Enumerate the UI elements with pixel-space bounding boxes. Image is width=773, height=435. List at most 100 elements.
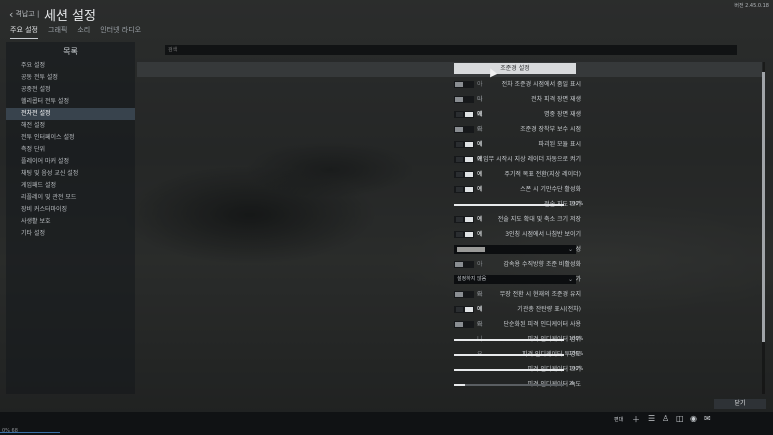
dropdown-value: 설정하지 않음 xyxy=(457,276,487,282)
sidebar-item[interactable]: 사생활 보호 xyxy=(6,216,135,228)
version-label: 버전 2.45.0.18 xyxy=(734,3,769,9)
settings-row: 임무 시작시 지상 레이더 자동으로 켜기 예 xyxy=(137,152,763,167)
sidebar-item[interactable]: 헬리콥터 전투 설정 xyxy=(6,96,135,108)
toggle-value: 예 xyxy=(477,111,483,118)
slider[interactable] xyxy=(454,354,564,356)
toggle-knob xyxy=(465,172,473,177)
settings-row: 명중 장면 재생 예 xyxy=(137,107,763,122)
dropdown-select[interactable]: 설정하지 않음 ⌄ xyxy=(454,275,576,284)
sidebar-item[interactable]: 측정 단위 xyxy=(6,144,135,156)
settings-row: 열상조준경 색구성⌄ xyxy=(137,242,763,257)
toggle-knob xyxy=(465,112,473,117)
chat-icon[interactable]: ◫ xyxy=(676,414,684,423)
settings-row: 기관총 잔탄량 표시(전차) 예 xyxy=(137,302,763,317)
toggle-knob xyxy=(455,322,463,327)
setting-label: 전술 지도 확대 및 축소 크기 저장 xyxy=(497,216,581,223)
settings-row: 단순화된 피격 인디케이터 사용아니요 xyxy=(137,317,763,358)
slider[interactable] xyxy=(454,204,564,206)
slider-fill xyxy=(454,204,564,206)
setting-label: 조준경 장착부 보수 시점 xyxy=(520,126,581,133)
sidebar-item[interactable]: 해전 설정 xyxy=(6,120,135,132)
slider[interactable] xyxy=(454,339,564,341)
toggle-switch[interactable] xyxy=(454,306,474,313)
toggle-switch[interactable] xyxy=(454,261,474,268)
sidebar-item[interactable]: 게임패드 설정 xyxy=(6,180,135,192)
toggle-value: 예 xyxy=(477,141,483,148)
toggle-value: 예 xyxy=(477,306,483,313)
tab-graphics[interactable]: 그래픽 xyxy=(48,25,67,39)
setting-label: 스폰 시 기만수단 활성화 xyxy=(520,186,581,193)
sidebar-item[interactable]: 전투 인터페이스 설정 xyxy=(6,132,135,144)
search-input[interactable]: 검색 xyxy=(165,45,737,55)
settings-row: 전차 조준경 시점에서 줌일 표시 아니요 xyxy=(137,77,763,118)
settings-row: 전차 피격 장면 재생 아니요 xyxy=(137,92,763,133)
toggle-switch[interactable] xyxy=(454,111,474,118)
tab-internet-radio[interactable]: 인터넷 라디오 xyxy=(100,25,141,39)
settings-row: 감속용 수직방향 조준 비활성화아니요 xyxy=(137,257,763,298)
slider-value: 100% xyxy=(569,351,584,357)
gamepad-icon[interactable]: ◉ xyxy=(690,414,697,423)
toggle-switch[interactable] xyxy=(454,291,474,298)
sidebar-title: 목록 xyxy=(63,47,78,56)
settings-row: 3인칭 시점에서 나침반 보이기 예 xyxy=(137,227,763,242)
toggle-switch[interactable] xyxy=(454,186,474,193)
close-button[interactable]: 닫기 xyxy=(714,399,766,409)
sidebar-item[interactable]: 주요 설정 xyxy=(6,60,135,72)
toggle-knob xyxy=(455,82,463,87)
toggle-value: 예 xyxy=(477,186,483,193)
back-button[interactable]: ‹ 격납고 | xyxy=(9,9,40,20)
toggle-switch[interactable] xyxy=(454,141,474,148)
slider[interactable] xyxy=(454,384,564,386)
dropdown-select[interactable]: ⌄ xyxy=(454,245,576,254)
toggle-switch[interactable] xyxy=(454,96,474,103)
mail-icon[interactable]: ✉ xyxy=(704,414,711,423)
settings-row: 전술 지도 크기100% xyxy=(137,197,763,212)
squad-label: 편대 xyxy=(614,417,624,423)
slider[interactable] xyxy=(454,369,564,371)
toggle-knob xyxy=(455,262,463,267)
settings-row: 피격 인디케이터 속도2s xyxy=(137,377,763,392)
slider-value: 100% xyxy=(569,336,584,342)
scrollbar[interactable] xyxy=(762,62,765,394)
toggle-switch[interactable] xyxy=(454,126,474,133)
plus-icon[interactable]: ＋ xyxy=(632,414,640,425)
toggle-knob xyxy=(465,187,473,192)
tab-sound[interactable]: 소리 xyxy=(77,25,90,39)
person-icon[interactable]: ♙ xyxy=(662,414,669,423)
sidebar-item[interactable]: 기타 설정 xyxy=(6,228,135,240)
toggle-switch[interactable] xyxy=(454,321,474,328)
toggle-switch[interactable] xyxy=(454,231,474,238)
sidebar: 목록 주요 설정 공동 전투 설정 공중전 설정 헬리콥터 전투 설정 전차전 설정 해전… xyxy=(6,42,135,394)
sidebar-item[interactable]: 전차전 설정 xyxy=(6,108,135,120)
settings-row: 전술 지도 확대 및 축소 크기 저장 예 xyxy=(137,212,763,227)
tab-main-settings[interactable]: 주요 설정 xyxy=(10,25,38,39)
sight-settings-button[interactable]: 조준경 설정 xyxy=(454,63,576,74)
settings-row: 무장 전환 시 현재의 조준경 유지 아니요 xyxy=(137,287,763,328)
toggle-value: 예 xyxy=(477,231,483,238)
toggle-knob xyxy=(455,97,463,102)
toggle-switch[interactable] xyxy=(454,171,474,178)
sidebar-item[interactable]: 공동 전투 설정 xyxy=(6,72,135,84)
sidebar-item[interactable]: 채팅 및 음성 교신 설정 xyxy=(6,168,135,180)
setting-label: 파괴된 모듈 표시 xyxy=(538,141,581,148)
slider-fill xyxy=(454,384,465,386)
toggle-value: 예 xyxy=(477,171,483,178)
settings-row: 시점에 전차장 카메라 추가설정하지 않음⌄ xyxy=(137,272,763,287)
settings-row: 피격 인디케이터 투명도100% xyxy=(137,347,763,362)
toggle-switch[interactable] xyxy=(454,156,474,163)
back-label: 격납고 | xyxy=(15,10,40,18)
sidebar-item[interactable]: 리플레이 및 관전 모드 xyxy=(6,192,135,204)
header: ‹ 격납고 | 세션 설정 버전 2.45.0.18 주요 설정 그래픽 소리 … xyxy=(0,0,773,39)
toggle-switch[interactable] xyxy=(454,81,474,88)
setting-label: 감속용 수직방향 조준 비활성화 xyxy=(503,261,581,268)
scrollbar-thumb[interactable] xyxy=(762,72,765,342)
toggle-knob xyxy=(465,307,473,312)
slider-fill xyxy=(454,369,564,371)
toggle-switch[interactable] xyxy=(454,216,474,223)
sidebar-item[interactable]: 플레이어 마커 설정 xyxy=(6,156,135,168)
list-icon[interactable]: ☰ xyxy=(648,414,655,423)
sidebar-list: 주요 설정 공동 전투 설정 공중전 설정 헬리콥터 전투 설정 전차전 설정 해전 설정… xyxy=(6,60,135,240)
sidebar-item[interactable]: 공중전 설정 xyxy=(6,84,135,96)
slider-fill xyxy=(454,354,564,356)
sidebar-item[interactable]: 장비 커스터마이징 xyxy=(6,204,135,216)
